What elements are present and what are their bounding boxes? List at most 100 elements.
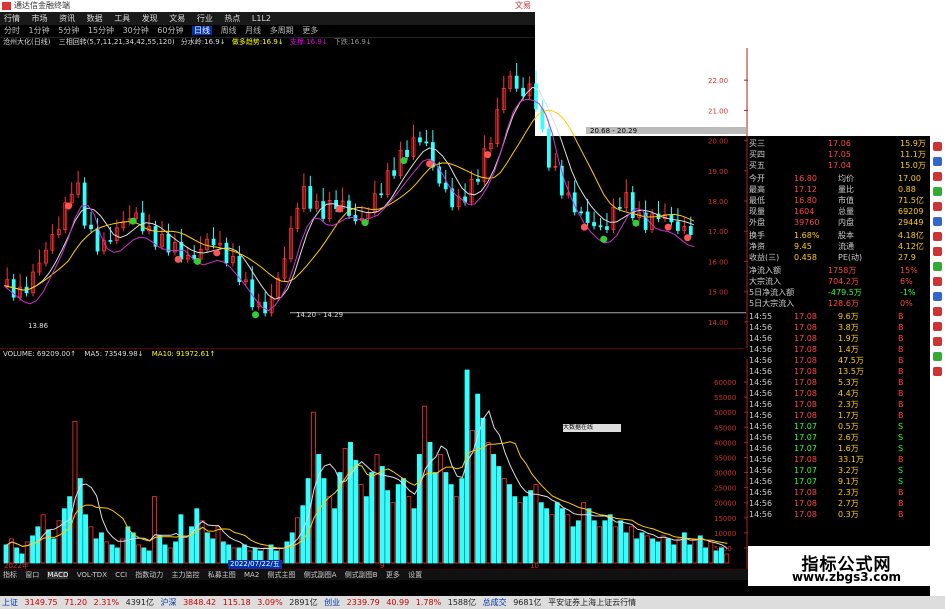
tick-row[interactable]: 14:56 17.08 2.3万 B [748, 399, 933, 410]
tick-row[interactable]: 14:56 17.08 1.9万 B [748, 333, 933, 344]
period-tab-active[interactable]: 日线 [192, 26, 213, 35]
stats-row[interactable]: 今开 16.80 均价 17.00 [748, 173, 933, 184]
tab-item[interactable]: 私募主图 [208, 571, 236, 579]
tick-row[interactable]: 14:56 17.08 13.5万 B [748, 366, 933, 377]
side-tool-icon[interactable] [933, 307, 942, 316]
menu-item[interactable]: 市场 [32, 14, 48, 23]
period-tab[interactable]: 15分钟 [88, 26, 114, 35]
order-book-row[interactable]: 买五 17.04 15.0万 [748, 160, 933, 171]
menu-item[interactable]: L1L2 [252, 14, 271, 23]
tab-item[interactable]: 指数动力 [135, 571, 163, 579]
period-tab[interactable]: 周线 [221, 26, 237, 35]
side-tool-icon[interactable] [933, 262, 942, 271]
index-name[interactable]: 沪深 [161, 598, 177, 607]
quote-cell: 现量 [749, 207, 765, 216]
side-tool-icon[interactable] [933, 352, 942, 361]
period-tab[interactable]: 60分钟 [157, 26, 183, 35]
side-tool-icon[interactable] [933, 172, 942, 181]
order-book-row[interactable]: 买三 17.06 15.9万 [748, 138, 933, 149]
tab-item[interactable]: 窗口 [25, 571, 39, 579]
side-tool-icon[interactable] [933, 247, 942, 256]
volume-bar [697, 535, 703, 564]
menu-item[interactable]: 资讯 [59, 14, 75, 23]
period-tab[interactable]: 分时 [4, 26, 20, 35]
menu-item[interactable]: 文易 [169, 14, 185, 23]
menu-item[interactable]: 热点 [224, 14, 240, 23]
tick-row[interactable]: 14:56 17.07 0.5万 S [748, 421, 933, 432]
period-tab[interactable]: 月线 [245, 26, 261, 35]
tick-row[interactable]: 14:56 17.07 2.6万 S [748, 432, 933, 443]
tick-row[interactable]: 14:56 17.08 2.3万 B [748, 487, 933, 498]
stats-row[interactable]: 最高 17.12 量比 0.88 [748, 184, 933, 195]
tab-item[interactable]: 侧式副图A [304, 571, 337, 579]
menu-item[interactable]: 工具 [114, 14, 130, 23]
indicator-name[interactable]: 三相回转(5,7,11,21,34,42,55,120) [59, 38, 175, 46]
side-tool-icon[interactable] [933, 367, 942, 376]
tab-item[interactable]: VOL-TDX [77, 571, 107, 579]
server-name[interactable]: 平安证券上海上证云行情 [548, 598, 636, 607]
price-tick-label: 18.00 [708, 198, 728, 206]
tick-row[interactable]: 14:56 17.08 47.5万 B [748, 355, 933, 366]
side-tool-icon[interactable] [933, 142, 942, 151]
tab-item[interactable]: 侧式主图 [268, 571, 296, 579]
year-label: 2022年 [4, 561, 29, 569]
stats-row[interactable]: 净资 9.45 流通 4.12亿 [748, 241, 933, 252]
menu-item[interactable]: 数据 [87, 14, 103, 23]
tick-row[interactable]: 14:56 17.08 4.4万 B [748, 388, 933, 399]
title-right-label[interactable]: 文易 [515, 0, 531, 12]
tick-row[interactable]: 14:56 17.08 0.3万 B [748, 509, 933, 520]
tab-item-active[interactable]: MACD [47, 571, 69, 579]
stats-row[interactable]: 外盘 39760 内盘 29449 [748, 217, 933, 228]
tick-row[interactable]: 14:56 17.08 1.4万 B [748, 344, 933, 355]
stats-row[interactable]: 换手 1.68% 股本 4.18亿 [748, 230, 933, 241]
period-tab[interactable]: 多周期 [270, 26, 294, 35]
tick-row[interactable]: 14:56 17.08 3.8万 B [748, 322, 933, 333]
tick-row[interactable]: 14:56 17.08 33.1万 B [748, 454, 933, 465]
tick-row[interactable]: 14:56 17.08 2.7万 B [748, 498, 933, 509]
menu-item[interactable]: 发现 [142, 14, 158, 23]
indicator-field: 分水岭:16.9↓ [180, 38, 226, 46]
side-tool-icon[interactable] [933, 277, 942, 286]
quote-cell: 市值 [838, 196, 854, 205]
side-tool-icon[interactable] [933, 292, 942, 301]
candle-body [514, 75, 519, 89]
tick-row[interactable]: 14:56 17.07 3.2万 S [748, 465, 933, 476]
period-tab[interactable]: 30分钟 [123, 26, 149, 35]
side-tool-icon[interactable] [933, 232, 942, 241]
fund-flow-row[interactable]: 5日净流入额 -479.5万 -1% [748, 287, 933, 298]
tick-row[interactable]: 14:55 17.08 9.6万 B [748, 311, 933, 322]
period-tab[interactable]: 更多 [302, 26, 318, 35]
tick-row[interactable]: 14:56 17.07 9.1万 S [748, 476, 933, 487]
volume-chart[interactable]: 60000 55000 50000 45000 40000 35000 30000 25000… [0, 359, 748, 569]
tab-item[interactable]: 主力监控 [172, 571, 200, 579]
stats-row[interactable]: 收益(三) 0.458 PE(动) 27.9 [748, 252, 933, 263]
order-book-row[interactable]: 买四 17.05 11.1万 [748, 149, 933, 160]
side-tool-icon[interactable] [933, 217, 942, 226]
tick-row[interactable]: 14:56 17.08 1.7万 B [748, 410, 933, 421]
menu-item[interactable]: 行业 [197, 14, 213, 23]
stats-row[interactable]: 最低 16.80 市值 71.5亿 [748, 195, 933, 206]
tab-item[interactable]: 侧式副图B [345, 571, 378, 579]
fund-flow-row[interactable]: 大宗流入 704.2万 6% [748, 276, 933, 287]
side-tool-icon[interactable] [933, 187, 942, 196]
tab-item[interactable]: 设置 [408, 571, 422, 579]
tick-row[interactable]: 14:56 17.07 1.6万 S [748, 443, 933, 454]
index-name[interactable]: 创业 [324, 598, 340, 607]
index-name[interactable]: 上证 [2, 598, 18, 607]
period-tab[interactable]: 5分钟 [58, 26, 79, 35]
side-tool-icon[interactable] [933, 337, 942, 346]
candlestick-chart[interactable]: 22.00 21.00 20.00 19.00 18.00 17.00 16.00 15.00… [0, 48, 748, 348]
fund-flow-row[interactable]: 5日大宗流入 128.6万 0% [748, 298, 933, 309]
side-tool-icon[interactable] [933, 322, 942, 331]
stats-row[interactable]: 现量 1604 总量 69209 [748, 206, 933, 217]
tab-item[interactable]: CCI [115, 571, 127, 579]
fund-flow-row[interactable]: 净流入额 1758万 15% [748, 265, 933, 276]
tab-item[interactable]: MA2 [244, 571, 259, 579]
side-tool-icon[interactable] [933, 202, 942, 211]
period-tab[interactable]: 1分钟 [29, 26, 50, 35]
tab-item[interactable]: 更多 [386, 571, 400, 579]
menu-item[interactable]: 行情 [4, 14, 20, 23]
side-tool-icon[interactable] [933, 157, 942, 166]
tab-item[interactable]: 指标 [3, 571, 17, 579]
tick-row[interactable]: 14:56 17.08 5.3万 B [748, 377, 933, 388]
